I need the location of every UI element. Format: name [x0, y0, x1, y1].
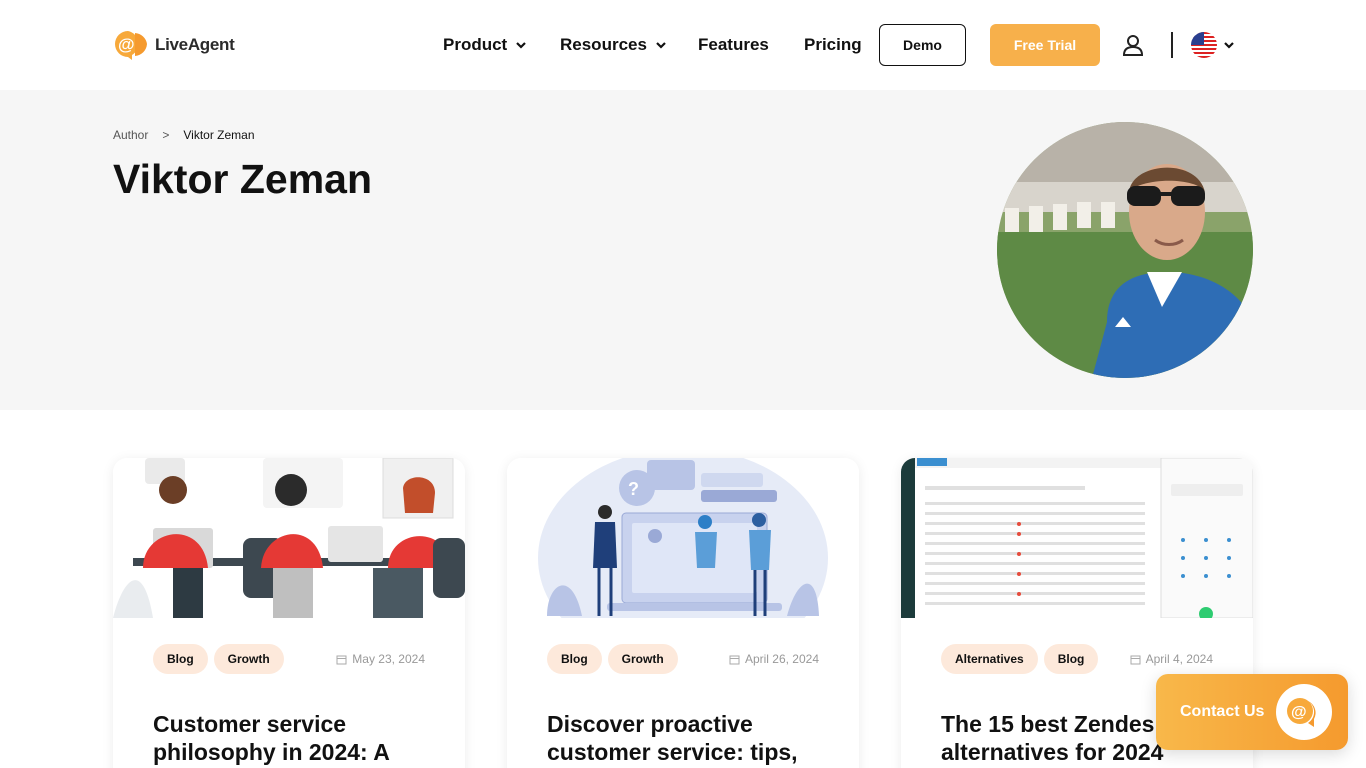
- header-divider: [1171, 32, 1173, 58]
- logo-text: LiveAgent: [155, 34, 235, 54]
- free-trial-button[interactable]: Free Trial: [990, 24, 1100, 66]
- article-illustration: ?: [507, 458, 859, 668]
- article-date: April 4, 2024: [1130, 652, 1213, 666]
- nav-product[interactable]: Product: [443, 35, 527, 55]
- breadcrumb-current: Viktor Zeman: [183, 128, 255, 142]
- chevron-down-icon: [516, 42, 527, 49]
- article-title[interactable]: Customer service philosophy in 2024: A: [153, 710, 433, 766]
- nav-resources-label: Resources: [560, 35, 647, 54]
- tag-pill[interactable]: Blog: [1043, 644, 1099, 674]
- user-account-icon[interactable]: [1122, 34, 1144, 56]
- tag-list: Alternatives Blog: [941, 644, 1099, 674]
- chat-bubble-icon: @: [1276, 684, 1332, 740]
- contact-us-widget[interactable]: Contact Us @: [1156, 674, 1348, 750]
- tag-pill[interactable]: Growth: [607, 644, 678, 674]
- nav-features[interactable]: Features: [698, 35, 769, 55]
- date-text: April 4, 2024: [1145, 652, 1213, 666]
- breadcrumb: Author > Viktor Zeman: [113, 128, 255, 142]
- chevron-down-icon: [656, 42, 666, 49]
- author-avatar: [997, 122, 1253, 378]
- page-title: Viktor Zeman: [113, 156, 372, 202]
- svg-text:@: @: [1291, 704, 1307, 721]
- article-card[interactable]: Blog Growth May 23, 2024 Customer servic…: [113, 458, 465, 768]
- svg-text:?: ?: [628, 479, 639, 499]
- tag-list: Blog Growth: [153, 644, 284, 674]
- author-hero: Author > Viktor Zeman Viktor Zeman: [0, 90, 1366, 410]
- calendar-icon: [1130, 655, 1141, 664]
- date-text: April 26, 2024: [744, 652, 819, 666]
- language-chevron-down-icon[interactable]: [1223, 39, 1235, 51]
- article-illustration: [113, 458, 465, 618]
- article-card[interactable]: ? Blog Growth April 26, 2024 Discover pr…: [507, 458, 859, 768]
- tag-pill[interactable]: Blog: [547, 644, 602, 674]
- nav-resources[interactable]: Resources: [560, 35, 667, 55]
- date-text: May 23, 2024: [352, 652, 425, 666]
- tag-pill[interactable]: Alternatives: [941, 644, 1038, 674]
- tag-pill[interactable]: Growth: [213, 644, 284, 674]
- contact-us-label: Contact Us: [1180, 703, 1265, 720]
- nav-product-label: Product: [443, 35, 508, 54]
- article-date: April 26, 2024: [729, 652, 819, 666]
- liveagent-logo-icon: @: [115, 31, 147, 60]
- us-flag-icon[interactable]: [1191, 32, 1217, 58]
- article-screenshot: [901, 458, 1253, 621]
- article-date: May 23, 2024: [336, 652, 425, 666]
- tag-pill[interactable]: Blog: [153, 644, 208, 674]
- site-header: @ LiveAgent Product Resources Features P…: [0, 0, 1366, 90]
- tag-list: Blog Growth: [547, 644, 678, 674]
- calendar-icon: [729, 655, 740, 664]
- svg-text:@: @: [118, 35, 135, 54]
- nav-pricing[interactable]: Pricing: [804, 35, 862, 55]
- breadcrumb-author-link[interactable]: Author: [113, 128, 148, 142]
- breadcrumb-separator: >: [162, 128, 170, 142]
- article-title[interactable]: Discover proactive customer service: tip…: [547, 710, 827, 766]
- calendar-icon: [336, 655, 347, 664]
- demo-button[interactable]: Demo: [879, 24, 966, 66]
- liveagent-logo[interactable]: @ LiveAgent: [113, 29, 235, 60]
- nav-pricing-label: Pricing: [804, 35, 862, 54]
- nav-features-label: Features: [698, 35, 769, 54]
